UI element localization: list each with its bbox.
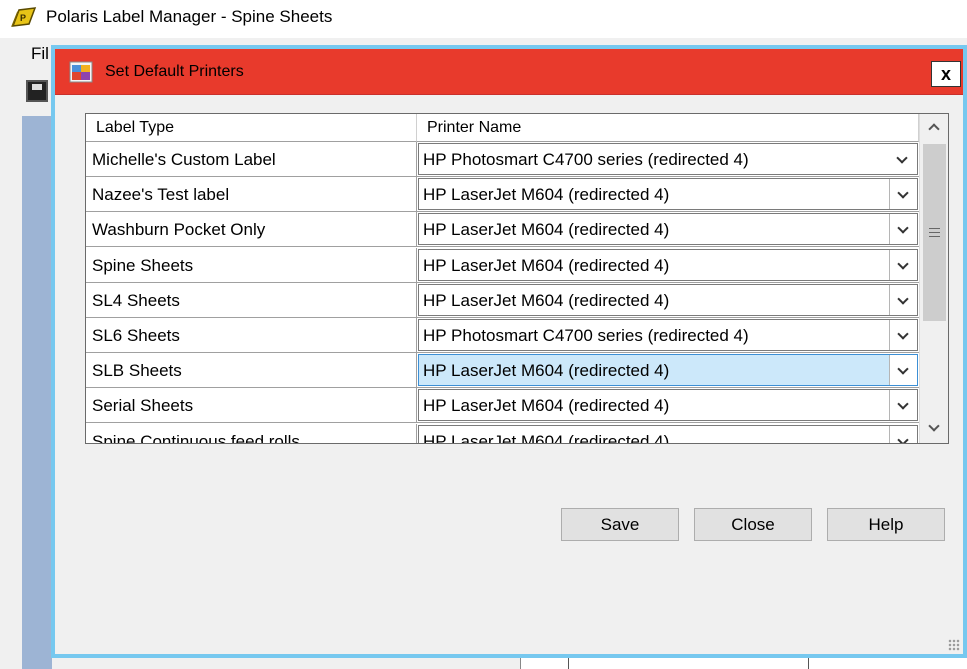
printer-dropdown[interactable]: HP LaserJet M604 (redirected 4): [418, 248, 918, 281]
table-row[interactable]: Nazee's Test label HP LaserJet M604 (redi…: [86, 177, 919, 213]
printer-dropdown[interactable]: HP LaserJet M604 (redirected 4): [418, 283, 918, 316]
table-row[interactable]: SLB Sheets HP LaserJet M604 (redirected 4…: [86, 353, 919, 389]
table-row[interactable]: Michelle's Custom Label HP Photosmart C47…: [86, 142, 919, 177]
close-icon[interactable]: x: [931, 61, 961, 87]
printer-cell: HP LaserJet M604 (redirected 4): [417, 248, 919, 283]
printer-cell: HP Photosmart C4700 series (redirected 4…: [417, 142, 919, 177]
label-type-cell[interactable]: Spine Continuous feed rolls: [86, 423, 417, 443]
printer-cell: HP LaserJet M604 (redirected 4): [417, 212, 919, 248]
svg-text:P: P: [20, 13, 26, 23]
scroll-up-arrow-icon[interactable]: [920, 114, 948, 142]
table-row[interactable]: Spine Continuous feed rolls HP LaserJet M…: [86, 423, 919, 444]
printer-grid: Label Type Printer Name Michelle's Custo…: [85, 113, 949, 444]
floppy-save-icon[interactable]: [26, 80, 48, 102]
dialog-titlebar[interactable]: Set Default Printers x: [55, 49, 963, 95]
printer-name-value: HP Photosmart C4700 series (redirected 4…: [423, 150, 749, 169]
label-type-cell[interactable]: Michelle's Custom Label: [86, 142, 417, 177]
printer-cell: HP Photosmart C4700 series (redirected 4…: [417, 318, 919, 353]
polaris-app-icon: P: [11, 7, 37, 27]
printer-name-value: HP LaserJet M604 (redirected 4): [423, 220, 670, 240]
dialog-window-icon: [69, 61, 93, 83]
chevron-down-icon: [896, 152, 908, 164]
printer-name-value: HP LaserJet M604 (redirected 4): [423, 396, 670, 416]
table-row[interactable]: Spine Sheets HP LaserJet M604 (redirected…: [86, 247, 919, 283]
dropdown-button[interactable]: [889, 144, 917, 174]
chevron-down-icon: [897, 398, 909, 411]
close-button[interactable]: Close: [694, 508, 812, 541]
menu-file[interactable]: Fil: [31, 44, 49, 64]
chevron-down-icon: [897, 293, 909, 305]
save-button[interactable]: Save: [561, 508, 679, 541]
resize-grip-icon[interactable]: [948, 639, 960, 651]
printer-cell: HP LaserJet M604 (redirected 4): [417, 353, 919, 389]
dropdown-button[interactable]: [889, 214, 917, 245]
printer-name-value: HP LaserJet M604 (redirected 4): [423, 290, 670, 310]
app-titlebar: P Polaris Label Manager - Spine Sheets: [0, 0, 967, 38]
printer-name-value: HP LaserJet M604 (redirected 4): [423, 431, 670, 444]
chevron-down-icon: [897, 222, 909, 235]
printer-dropdown[interactable]: HP LaserJet M604 (redirected 4): [418, 213, 918, 246]
dropdown-button[interactable]: [889, 320, 917, 350]
label-type-cell[interactable]: Spine Sheets: [86, 247, 417, 283]
printer-name-value: HP Photosmart C4700 series (redirected 4…: [423, 326, 749, 345]
label-type-cell[interactable]: Serial Sheets: [86, 388, 417, 424]
printer-name-value: HP LaserJet M604 (redirected 4): [423, 255, 670, 275]
dropdown-button[interactable]: [889, 355, 917, 386]
table-row[interactable]: Washburn Pocket Only HP LaserJet M604 (re…: [86, 212, 919, 248]
printer-cell: HP LaserJet M604 (redirected 4): [417, 283, 919, 318]
dropdown-button[interactable]: [889, 425, 917, 443]
label-type-cell[interactable]: SL6 Sheets: [86, 318, 417, 353]
label-type-cell[interactable]: SL4 Sheets: [86, 282, 417, 318]
chevron-down-icon: [897, 363, 909, 375]
printer-dropdown[interactable]: HP Photosmart C4700 series (redirected 4…: [418, 319, 918, 351]
printer-name-value: HP LaserJet M604 (redirected 4): [423, 185, 670, 205]
scroll-down-arrow-icon[interactable]: [920, 416, 948, 443]
printer-dropdown[interactable]: HP LaserJet M604 (redirected 4): [418, 424, 918, 444]
dropdown-button[interactable]: [889, 284, 917, 315]
column-header-label-type[interactable]: Label Type: [86, 114, 417, 142]
dropdown-button[interactable]: [889, 249, 917, 280]
chevron-down-icon: [897, 433, 909, 443]
help-button[interactable]: Help: [827, 508, 945, 541]
column-header-printer-name[interactable]: Printer Name: [417, 114, 919, 142]
dropdown-button[interactable]: [889, 390, 917, 421]
printer-cell: HP LaserJet M604 (redirected 4): [417, 177, 919, 213]
scroll-thumb[interactable]: [923, 144, 946, 321]
chevron-down-icon: [897, 257, 909, 270]
app-title: Polaris Label Manager - Spine Sheets: [46, 7, 333, 26]
label-type-cell[interactable]: Nazee's Test label: [86, 177, 417, 213]
grip-icon: [929, 228, 940, 237]
dialog-title: Set Default Printers: [105, 63, 244, 80]
printer-cell: HP LaserJet M604 (redirected 4): [417, 388, 919, 424]
table-row[interactable]: SL6 Sheets HP Photosmart C4700 series (re…: [86, 318, 919, 353]
chevron-down-icon: [897, 328, 909, 340]
vertical-scrollbar[interactable]: [919, 114, 948, 443]
table-row[interactable]: Serial Sheets HP LaserJet M604 (redirecte…: [86, 388, 919, 424]
printer-cell: HP LaserJet M604 (redirected 4): [417, 424, 919, 444]
app-side-panel: [22, 116, 52, 669]
table-row[interactable]: SL4 Sheets HP LaserJet M604 (redirected 4…: [86, 282, 919, 318]
printer-dropdown[interactable]: HP LaserJet M604 (redirected 4): [418, 178, 918, 211]
printer-name-value: HP LaserJet M604 (redirected 4): [423, 361, 670, 381]
label-type-cell[interactable]: SLB Sheets: [86, 353, 417, 389]
printer-dropdown[interactable]: HP LaserJet M604 (redirected 4): [418, 354, 918, 387]
label-type-cell[interactable]: Washburn Pocket Only: [86, 212, 417, 248]
dropdown-button[interactable]: [889, 179, 917, 210]
set-default-printers-dialog: Set Default Printers x Label Type Printe…: [51, 45, 967, 658]
printer-dropdown[interactable]: HP Photosmart C4700 series (redirected 4…: [418, 143, 918, 175]
printer-dropdown[interactable]: HP LaserJet M604 (redirected 4): [418, 389, 918, 422]
chevron-down-icon: [897, 187, 909, 199]
